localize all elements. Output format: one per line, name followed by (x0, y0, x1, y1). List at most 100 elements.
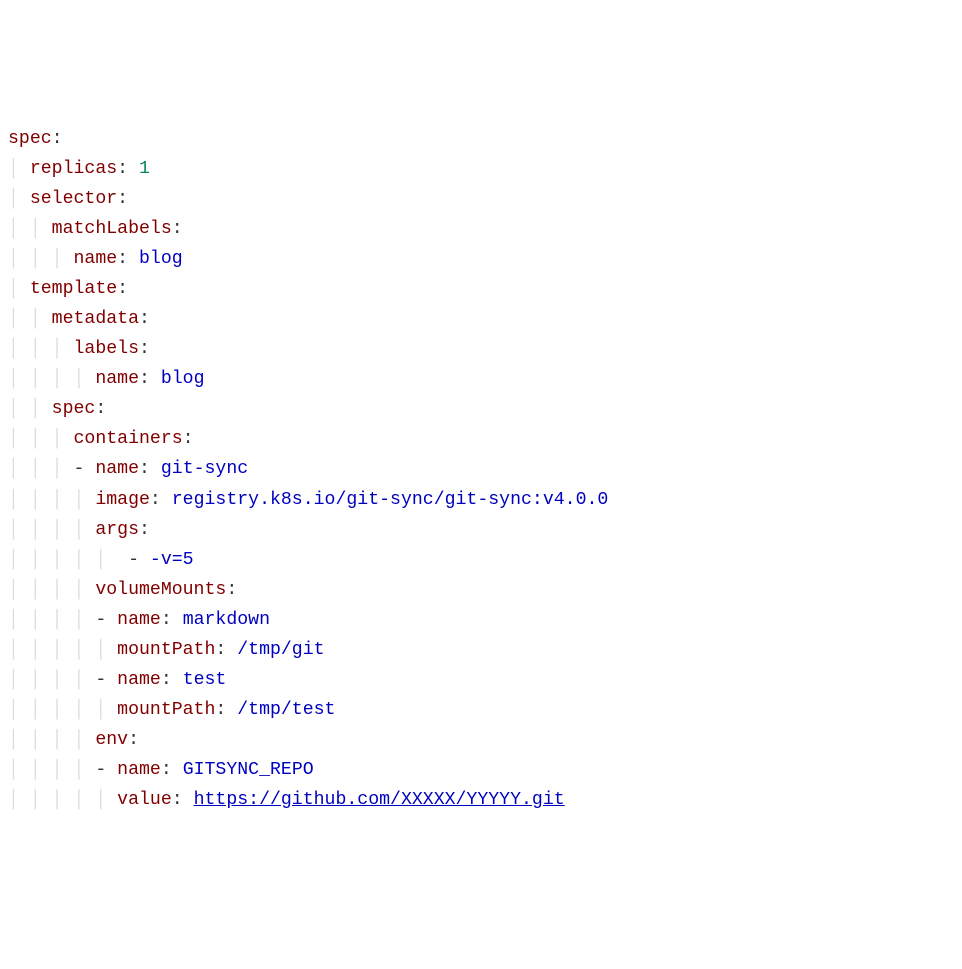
colon: : (172, 790, 194, 810)
colon: : (172, 219, 183, 239)
indent-guide: │ │ │ │ │ (8, 785, 117, 815)
list-dash: - (117, 550, 150, 570)
list-dash: - (95, 670, 117, 690)
yaml-key: mountPath (117, 700, 215, 720)
colon: : (161, 670, 183, 690)
yaml-value: /tmp/git (237, 640, 324, 660)
code-line: │ │ │ │ image: registry.k8s.io/git-sync/… (8, 485, 954, 515)
code-line: │ │ │ │ volumeMounts: (8, 575, 954, 605)
yaml-key: mountPath (117, 640, 215, 660)
indent-guide: │ │ │ │ │ (8, 545, 117, 575)
code-line: │ │ │ │ - name: test (8, 665, 954, 695)
indent-guide: │ │ │ │ (8, 364, 95, 394)
yaml-value: git-sync (161, 459, 248, 479)
indent-guide: │ │ │ (8, 454, 74, 484)
indent-guide: │ │ │ │ │ (8, 635, 117, 665)
yaml-code-block: spec:│ replicas: 1│ selector:│ │ matchLa… (8, 124, 954, 815)
yaml-value: blog (139, 249, 183, 269)
yaml-key: name (117, 670, 161, 690)
yaml-key: spec (8, 129, 52, 149)
colon: : (117, 279, 128, 299)
yaml-key: name (117, 760, 161, 780)
code-line: │ │ │ labels: (8, 334, 954, 364)
indent-guide: │ │ │ (8, 244, 74, 274)
yaml-value: registry.k8s.io/git-sync/git-sync:v4.0.0 (172, 490, 609, 510)
yaml-key: value (117, 790, 172, 810)
yaml-key: name (117, 610, 161, 630)
colon: : (215, 700, 237, 720)
colon: : (95, 399, 106, 419)
indent-guide: │ (8, 154, 30, 184)
colon: : (161, 610, 183, 630)
indent-guide: │ │ │ │ (8, 605, 95, 635)
code-line: │ │ │ - name: git-sync (8, 454, 954, 484)
code-line: │ │ matchLabels: (8, 214, 954, 244)
colon: : (183, 429, 194, 449)
yaml-key: template (30, 279, 117, 299)
list-dash: - (74, 459, 96, 479)
colon: : (150, 490, 172, 510)
colon: : (139, 459, 161, 479)
yaml-value: https://github.com/XXXXX/YYYYY.git (194, 790, 565, 810)
code-line: │ │ │ │ - name: markdown (8, 605, 954, 635)
colon: : (139, 369, 161, 389)
colon: : (117, 159, 139, 179)
code-line: │ │ │ │ │ value: https://github.com/XXXX… (8, 785, 954, 815)
indent-guide: │ │ │ (8, 334, 74, 364)
list-dash: - (95, 760, 117, 780)
code-line: │ │ metadata: (8, 304, 954, 334)
code-line: │ │ │ name: blog (8, 244, 954, 274)
colon: : (226, 580, 237, 600)
yaml-key: spec (52, 399, 96, 419)
colon: : (139, 309, 150, 329)
code-line: │ template: (8, 274, 954, 304)
colon: : (161, 760, 183, 780)
yaml-value: -v=5 (150, 550, 194, 570)
indent-guide: │ │ │ │ (8, 725, 95, 755)
colon: : (52, 129, 63, 149)
indent-guide: │ │ │ │ (8, 575, 95, 605)
yaml-value: markdown (183, 610, 270, 630)
code-line: │ selector: (8, 184, 954, 214)
yaml-key: replicas (30, 159, 117, 179)
code-line: spec: (8, 124, 954, 154)
colon: : (139, 520, 150, 540)
code-line: │ │ │ containers: (8, 424, 954, 454)
indent-guide: │ │ │ │ (8, 485, 95, 515)
yaml-value: /tmp/test (237, 700, 335, 720)
code-line: │ │ │ │ env: (8, 725, 954, 755)
colon: : (128, 730, 139, 750)
yaml-key: name (95, 369, 139, 389)
yaml-key: name (74, 249, 118, 269)
yaml-key: args (95, 520, 139, 540)
indent-guide: │ (8, 184, 30, 214)
list-dash: - (95, 610, 117, 630)
yaml-key: metadata (52, 309, 139, 329)
code-line: │ │ │ │ │ mountPath: /tmp/test (8, 695, 954, 725)
yaml-key: matchLabels (52, 219, 172, 239)
yaml-key: volumeMounts (95, 580, 226, 600)
code-line: │ replicas: 1 (8, 154, 954, 184)
yaml-key: image (95, 490, 150, 510)
indent-guide: │ │ │ │ (8, 515, 95, 545)
indent-guide: │ │ (8, 394, 52, 424)
colon: : (139, 339, 150, 359)
code-line: │ │ │ │ name: blog (8, 364, 954, 394)
code-line: │ │ │ │ │ - -v=5 (8, 545, 954, 575)
indent-guide: │ │ (8, 214, 52, 244)
colon: : (117, 189, 128, 209)
code-line: │ │ │ │ args: (8, 515, 954, 545)
yaml-value: blog (161, 369, 205, 389)
colon: : (215, 640, 237, 660)
yaml-key: selector (30, 189, 117, 209)
yaml-key: labels (74, 339, 140, 359)
yaml-key: name (95, 459, 139, 479)
indent-guide: │ (8, 274, 30, 304)
yaml-key: env (95, 730, 128, 750)
indent-guide: │ │ (8, 304, 52, 334)
code-line: │ │ spec: (8, 394, 954, 424)
indent-guide: │ │ │ │ (8, 665, 95, 695)
indent-guide: │ │ │ │ │ (8, 695, 117, 725)
colon: : (117, 249, 139, 269)
yaml-key: containers (74, 429, 183, 449)
